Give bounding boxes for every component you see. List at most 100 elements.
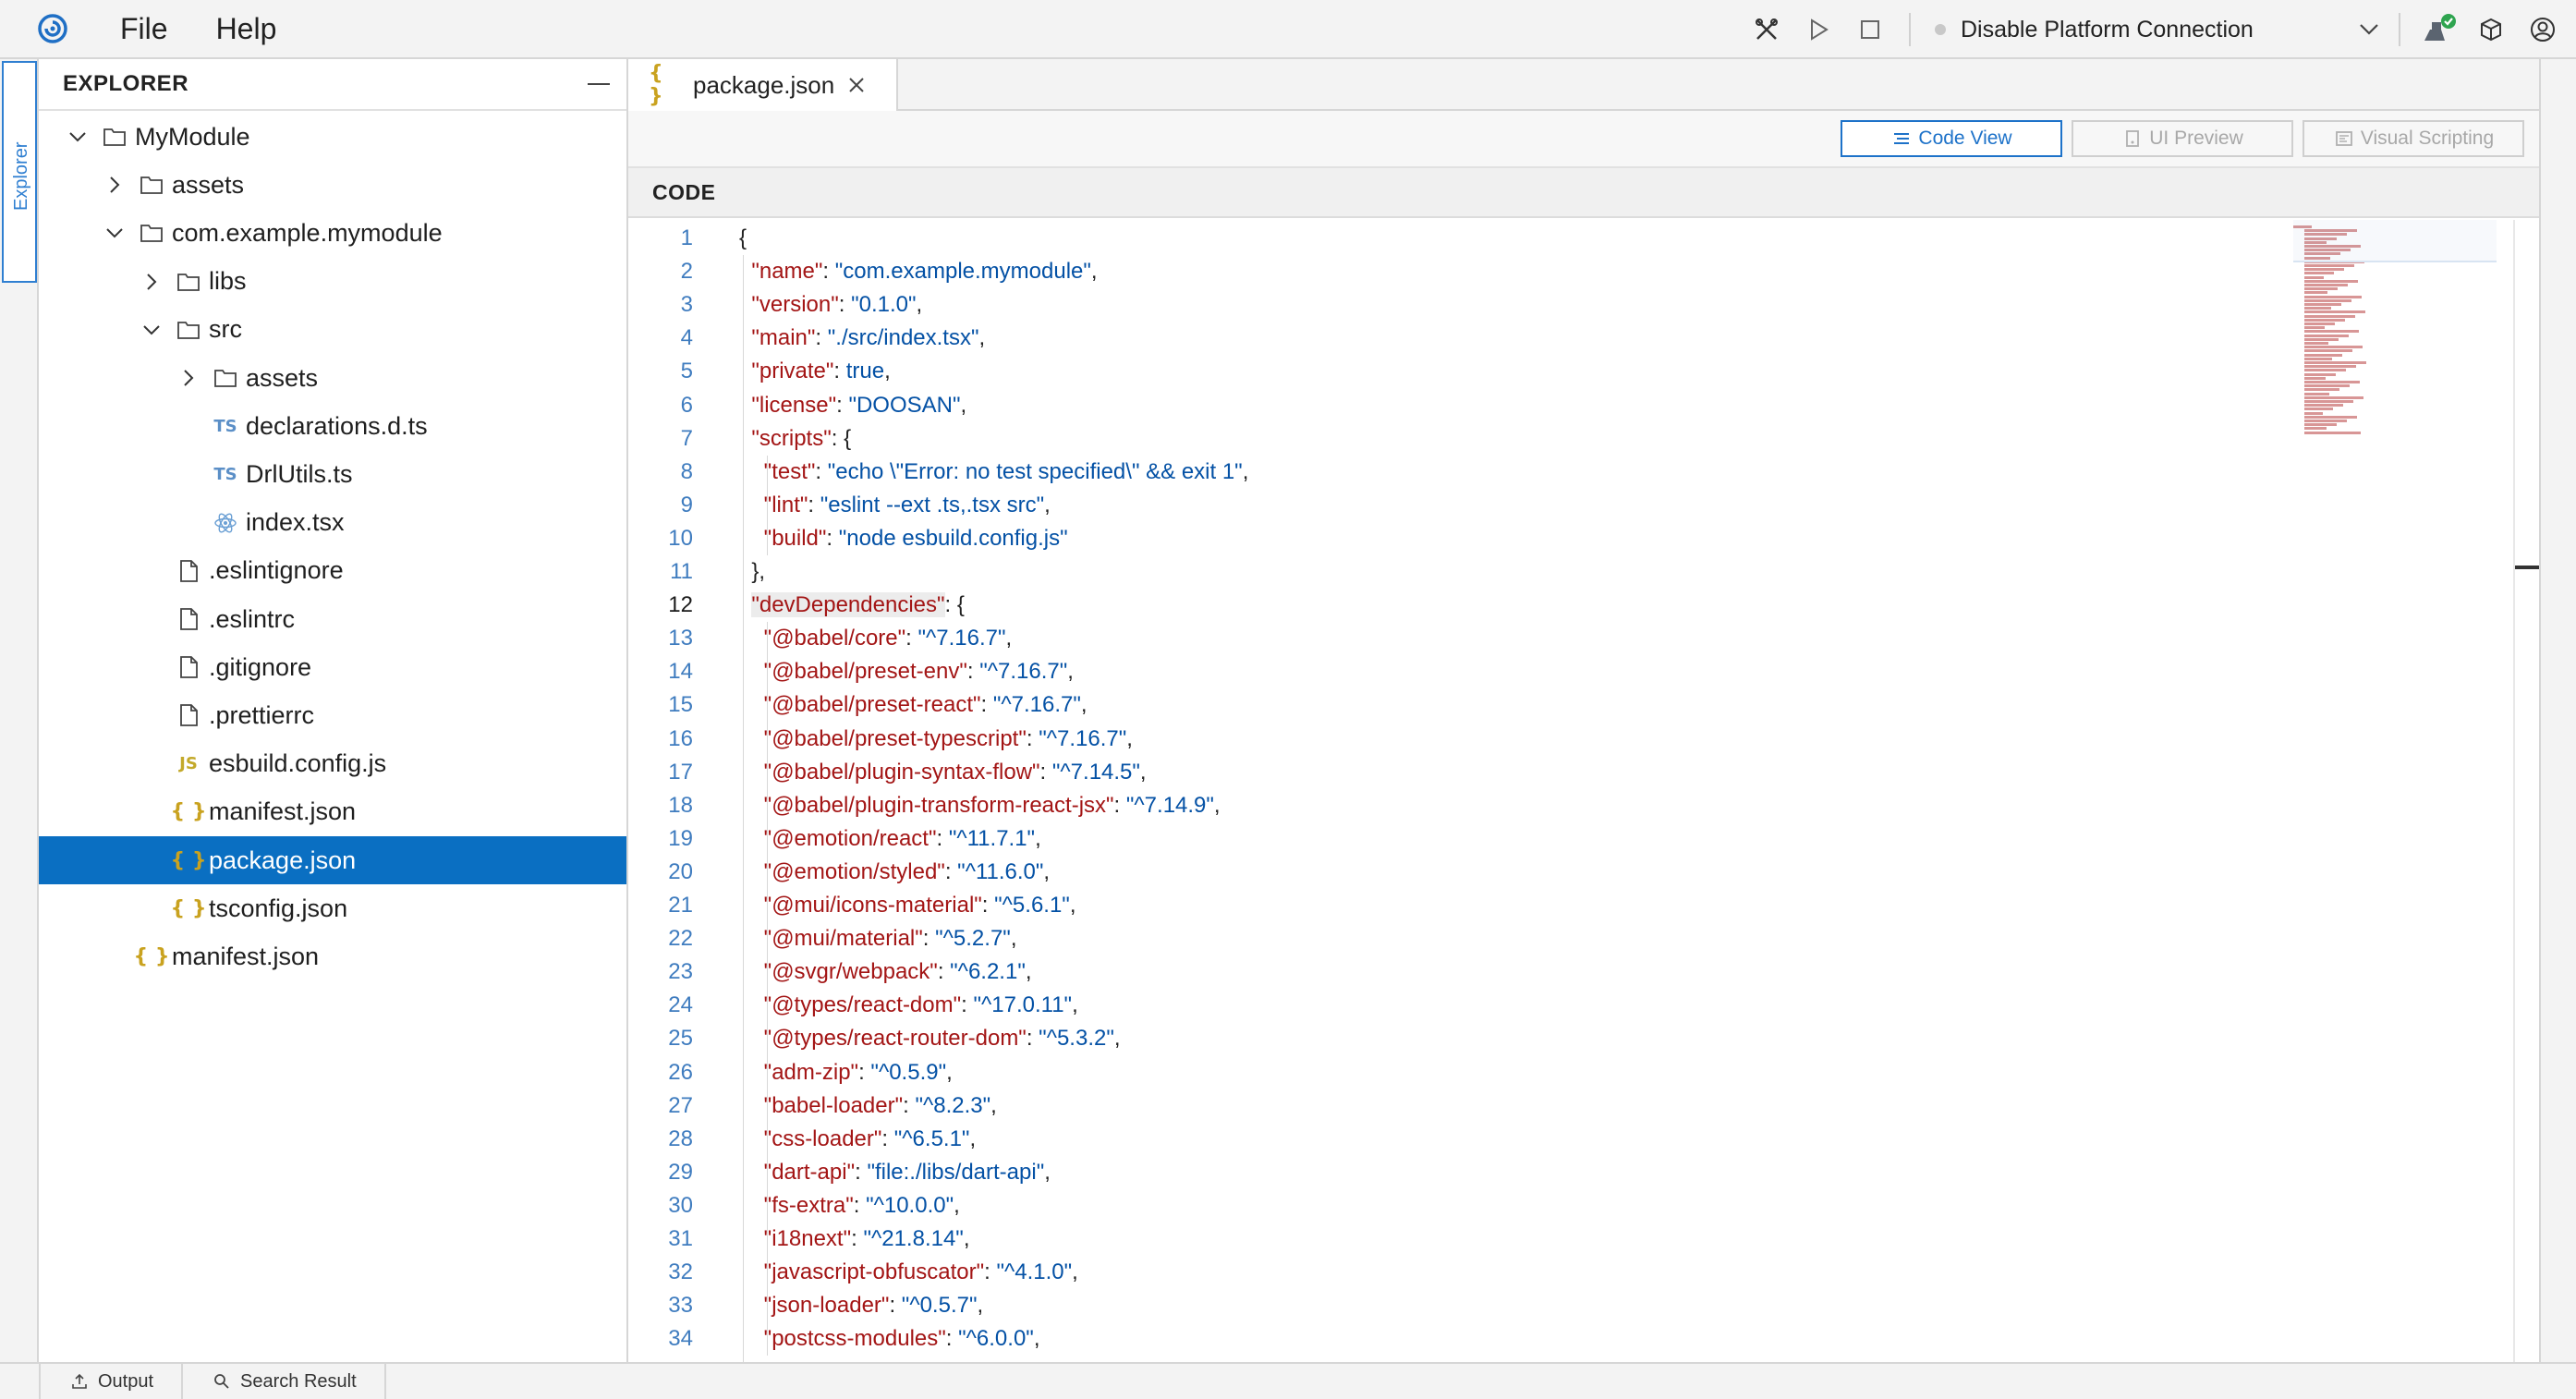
explorer-header: EXPLORER <box>39 59 626 111</box>
package-icon[interactable] <box>2465 4 2517 55</box>
code-view-label: Code View <box>1918 128 2012 149</box>
line-number: 6 <box>680 392 693 418</box>
tree-item[interactable]: { } manifest.json <box>39 932 626 980</box>
json-file-icon: { } <box>170 800 207 824</box>
visual-scripting-icon <box>2333 128 2355 150</box>
close-icon[interactable] <box>842 70 871 100</box>
indent-guide <box>767 455 768 555</box>
ui-preview-button[interactable]: UI Preview <box>2072 120 2293 157</box>
tree-item[interactable]: { } manifest.json <box>39 788 626 836</box>
tree-item[interactable]: com.example.mymodule <box>39 209 626 257</box>
code-text: "@emotion/react": "^11.7.1", <box>763 825 1041 851</box>
tools-icon[interactable] <box>1741 4 1792 55</box>
search-result-tab[interactable]: Search Result <box>183 1364 386 1399</box>
activity-bar: Explorer <box>0 59 39 1362</box>
code-text: "adm-zip": "^0.5.9", <box>763 1059 953 1085</box>
tree-item[interactable]: .eslintrc <box>39 595 626 643</box>
line-number: 31 <box>668 1226 693 1251</box>
editor-tab-package-json[interactable]: { } package.json <box>628 59 898 111</box>
tree-item[interactable]: src <box>39 306 626 354</box>
file-tree: MyModule assets com.example.mymodule libs sr… <box>39 111 626 1358</box>
code-text: "@babel/preset-typescript": "^7.16.7", <box>763 725 1133 751</box>
code-text: "@types/react-router-dom": "^5.3.2", <box>763 1026 1121 1052</box>
bottom-panel-tabs: Output Search Result <box>0 1362 2576 1399</box>
account-icon[interactable] <box>2517 4 2569 55</box>
tree-item[interactable]: TS DrlUtils.ts <box>39 450 626 498</box>
chevron-down-icon <box>2352 23 2386 36</box>
line-number: 22 <box>668 926 693 952</box>
code-text: "babel-loader": "^8.2.3", <box>763 1092 997 1118</box>
tree-item[interactable]: .gitignore <box>39 643 626 691</box>
line-number: 1 <box>680 225 693 250</box>
line-number: 34 <box>668 1326 693 1352</box>
line-number: 28 <box>668 1125 693 1151</box>
tree-item-label: declarations.d.ts <box>246 411 428 440</box>
code-text: "@types/react-dom": "^17.0.11", <box>763 992 1078 1018</box>
collapse-icon[interactable] <box>571 66 626 103</box>
tree-item[interactable]: MyModule <box>39 113 626 161</box>
run-icon[interactable] <box>1792 4 1844 55</box>
tree-item[interactable]: index.tsx <box>39 499 626 547</box>
code-text: "json-loader": "^0.5.7", <box>763 1293 984 1319</box>
tree-item[interactable]: .prettierrc <box>39 691 626 739</box>
output-tab[interactable]: Output <box>39 1364 184 1399</box>
tree-item[interactable]: assets <box>39 354 626 402</box>
stop-icon[interactable] <box>1844 4 1896 55</box>
line-number: 5 <box>680 359 693 384</box>
connection-status-dot <box>1935 24 1946 35</box>
tree-item[interactable]: assets <box>39 161 626 209</box>
menubar: File Help Disable Platform Connection <box>0 0 2576 59</box>
tree-item-label: esbuild.config.js <box>209 749 387 778</box>
tree-item[interactable]: JS esbuild.config.js <box>39 740 626 788</box>
code-text: { <box>739 225 747 250</box>
output-tab-label: Output <box>98 1370 154 1392</box>
line-number: 27 <box>668 1092 693 1118</box>
menu-file[interactable]: File <box>111 8 177 50</box>
explorer-activity-tab[interactable]: Explorer <box>2 61 37 283</box>
code-text: "name": "com.example.mymodule", <box>751 259 1098 285</box>
folder-icon <box>96 118 133 155</box>
code-line: 1{ <box>628 222 2513 255</box>
code-line: 13 "@babel/core": "^7.16.7", <box>628 622 2513 655</box>
indent-guide <box>767 622 768 1356</box>
json-file-icon: { } <box>133 944 170 968</box>
line-number: 25 <box>668 1026 693 1052</box>
visual-scripting-button[interactable]: Visual Scripting <box>2303 120 2524 157</box>
tree-item[interactable]: { } package.json <box>39 836 626 884</box>
visual-scripting-label: Visual Scripting <box>2360 128 2495 149</box>
robot-connected-icon[interactable] <box>2413 4 2465 55</box>
tree-item[interactable]: .eslintignore <box>39 547 626 595</box>
menu-help[interactable]: Help <box>207 8 286 50</box>
platform-connection-select[interactable]: Disable Platform Connection <box>1924 4 2386 55</box>
line-number: 12 <box>668 592 693 618</box>
code-line: 22 "@mui/material": "^5.2.7", <box>628 922 2513 955</box>
tree-item-label: manifest.json <box>209 797 357 826</box>
code-line: 26 "adm-zip": "^0.5.9", <box>628 1056 2513 1089</box>
tree-item[interactable]: libs <box>39 258 626 306</box>
code-view-button[interactable]: Code View <box>1841 120 2062 157</box>
code-line: 19 "@emotion/react": "^11.7.1", <box>628 822 2513 856</box>
tree-item-label: tsconfig.json <box>209 894 348 922</box>
line-number: 8 <box>680 458 693 484</box>
editor-scrollbar[interactable] <box>2513 220 2539 1362</box>
line-number: 21 <box>668 893 693 918</box>
line-number: 10 <box>668 525 693 551</box>
code-line: 2 "name": "com.example.mymodule", <box>628 255 2513 288</box>
tree-item[interactable]: { } tsconfig.json <box>39 884 626 932</box>
tree-item[interactable]: TS declarations.d.ts <box>39 402 626 450</box>
code-editor[interactable]: 1{2 "name": "com.example.mymodule", 3 "ve… <box>628 220 2513 1362</box>
line-number: 33 <box>668 1293 693 1319</box>
right-gutter <box>2539 59 2576 1362</box>
tree-item-label: .gitignore <box>209 652 312 681</box>
view-mode-bar: Code View UI Preview Visual Scripting <box>628 111 2539 168</box>
code-text: "css-loader": "^6.5.1", <box>763 1125 977 1151</box>
code-line: 5 "private": true, <box>628 355 2513 388</box>
json-file-icon: { } <box>649 62 663 108</box>
folder-icon <box>170 263 207 300</box>
code-text: "private": true, <box>751 359 891 384</box>
